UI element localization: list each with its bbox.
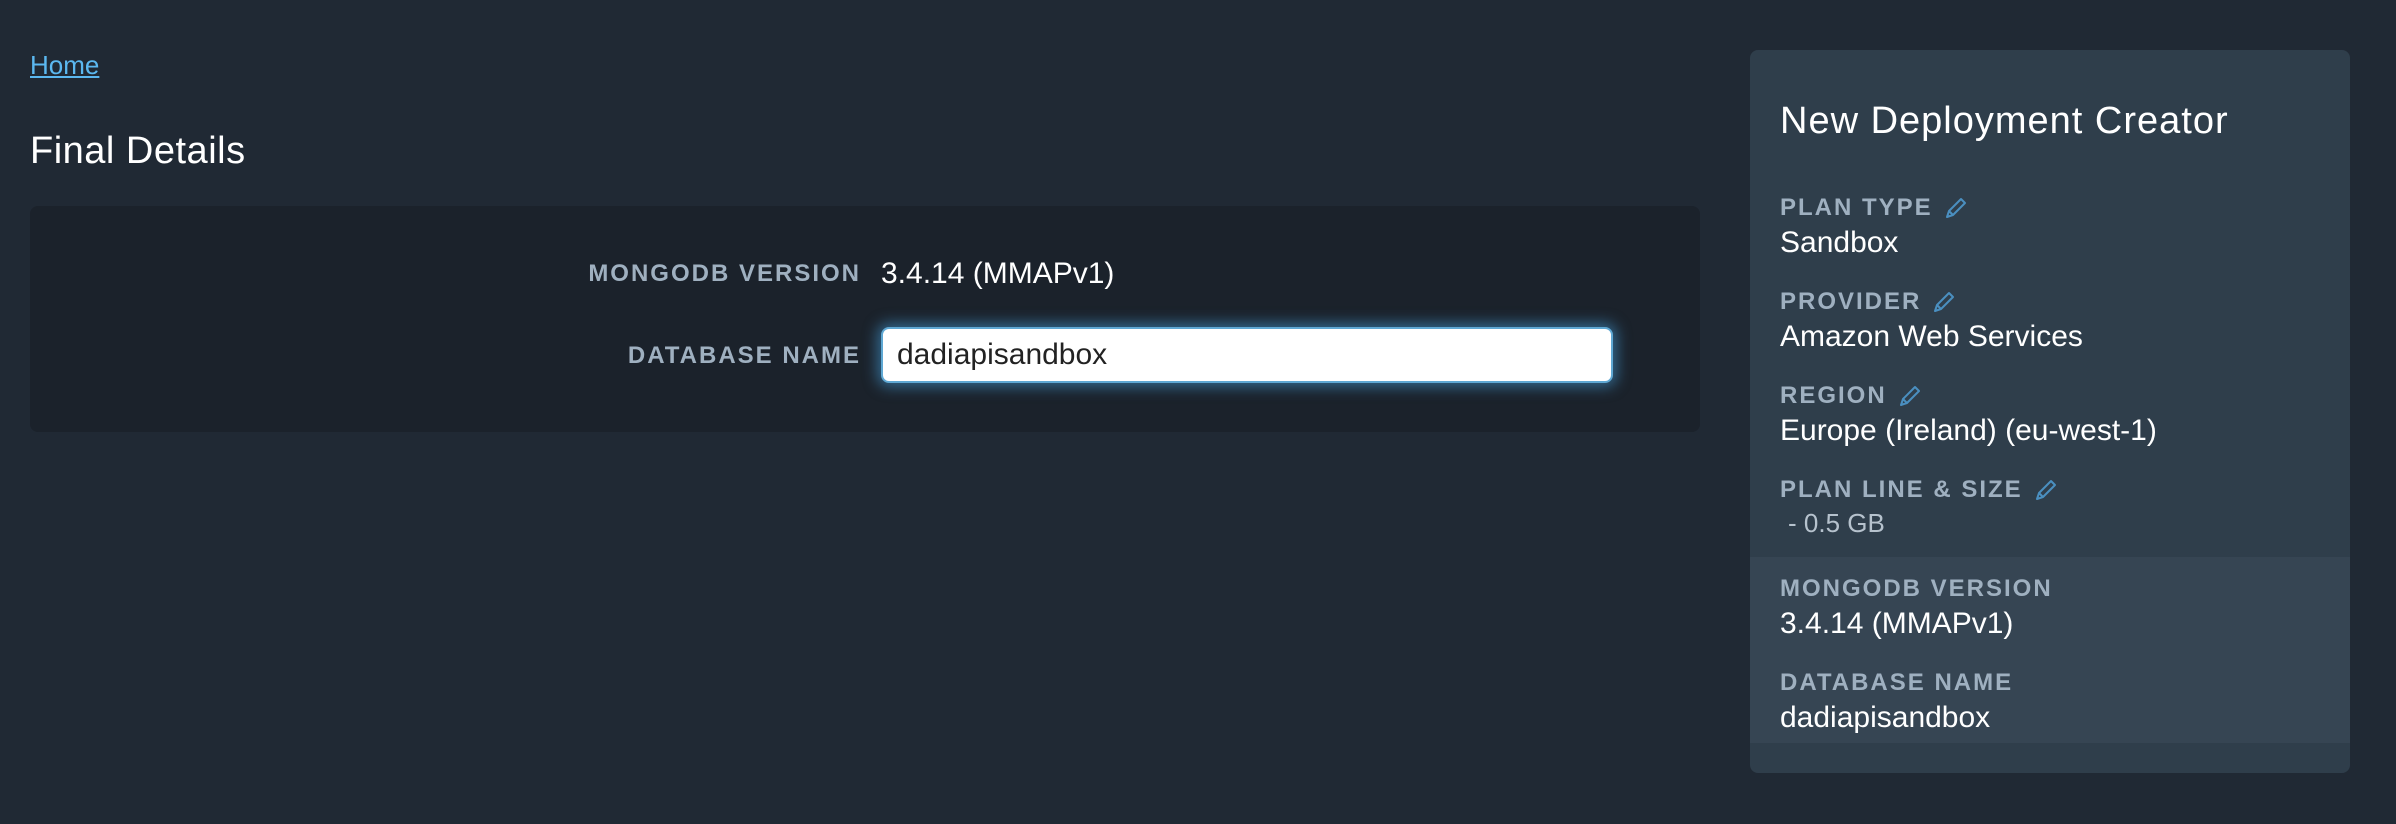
summary-config-section: MONGODB VERSION 3.4.14 (MMAPv1) DATABASE… [1750,557,2350,743]
summary-provider-label-row: PROVIDER [1780,286,2320,318]
plan-type-label: PLAN TYPE [1780,194,1933,221]
pencil-icon[interactable] [1943,195,1969,221]
database-name-input[interactable] [881,327,1613,383]
region-value: Europe (Ireland) (eu-west-1) [1780,414,2157,447]
plan-line-value: - 0.5 GB [1788,508,1885,538]
final-details-card: MONGODB VERSION 3.4.14 (MMAPv1) DATABASE… [30,206,1700,432]
plan-line-label: PLAN LINE & SIZE [1780,476,2023,503]
pencil-icon[interactable] [1897,383,1923,409]
deployment-summary-sidebar: New Deployment Creator PLAN TYPE Sandbox… [1750,50,2350,773]
summary-plan-type: PLAN TYPE Sandbox [1780,192,2320,260]
mongodb-version-value: 3.4.14 (MMAPv1) [881,257,1115,290]
summary-database-name-label: DATABASE NAME [1780,669,2014,696]
pencil-icon[interactable] [2033,477,2059,503]
summary-plan-type-label-row: PLAN TYPE [1780,192,2320,224]
page: Home Final Details MONGODB VERSION 3.4.1… [0,0,2396,824]
plan-type-value: Sandbox [1780,226,1899,259]
mongodb-version-label: MONGODB VERSION [588,260,861,287]
summary-plan-line-label-row: PLAN LINE & SIZE [1780,474,2320,506]
provider-value: Amazon Web Services [1780,320,2083,353]
summary-database-name-value: dadiapisandbox [1780,701,1991,734]
summary-mongodb-version-label: MONGODB VERSION [1780,575,2053,602]
summary-region: REGION Europe (Ireland) (eu-west-1) [1780,380,2320,448]
provider-label: PROVIDER [1780,288,1922,315]
pencil-icon[interactable] [1931,289,1957,315]
sidebar-title: New Deployment Creator [1780,100,2229,142]
summary-mongodb-version: MONGODB VERSION 3.4.14 (MMAPv1) [1780,573,2320,641]
region-label: REGION [1780,382,1887,409]
summary-database-name: DATABASE NAME dadiapisandbox [1780,667,2320,735]
database-name-label: DATABASE NAME [627,342,861,369]
page-title: Final Details [30,130,246,172]
summary-provider: PROVIDER Amazon Web Services [1780,286,2320,354]
summary-mongodb-version-value: 3.4.14 (MMAPv1) [1780,607,2014,640]
summary-region-label-row: REGION [1780,380,2320,412]
breadcrumb-home-link[interactable]: Home [30,50,99,81]
summary-plan-line: PLAN LINE & SIZE - 0.5 GB [1780,474,2320,539]
